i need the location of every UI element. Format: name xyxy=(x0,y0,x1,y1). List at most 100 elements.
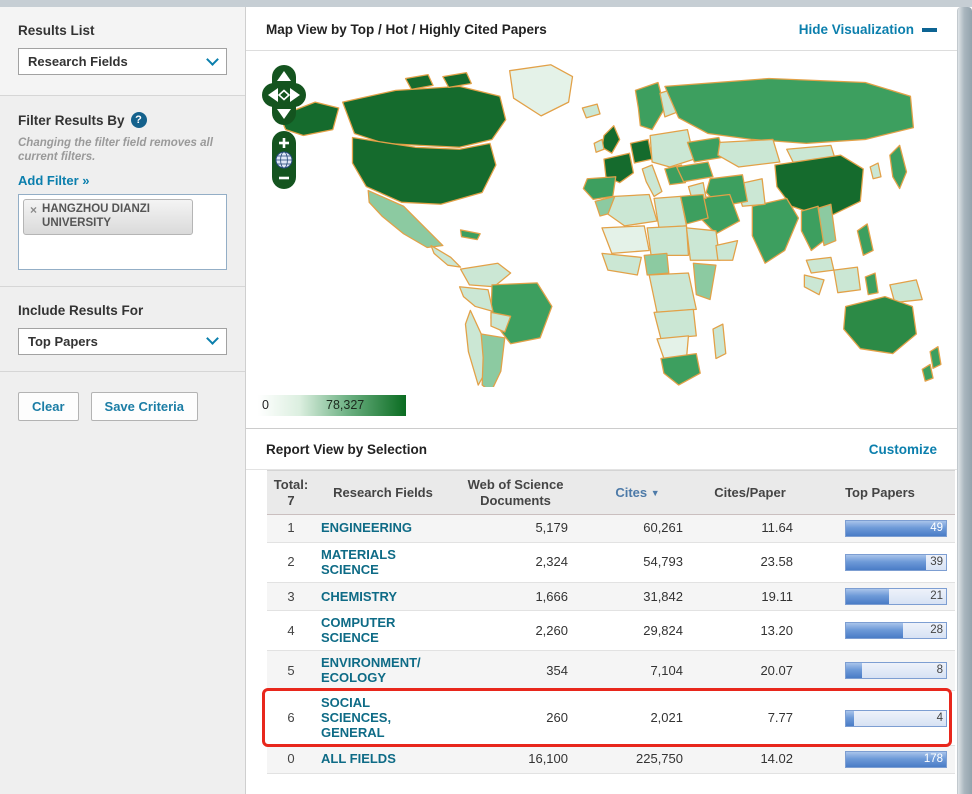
map-region-caribbean[interactable] xyxy=(461,230,481,240)
filter-chip-label: HANGZHOU DIANZI UNIVERSITY xyxy=(42,203,185,231)
map-region-germany[interactable] xyxy=(630,139,652,163)
filter-heading: Filter Results By xyxy=(18,113,125,128)
map-region-mali-mauritania[interactable] xyxy=(602,226,649,254)
docs-cell: 5,179 xyxy=(451,515,580,543)
field-link[interactable]: ENGINEERING xyxy=(315,515,451,543)
map-region-nigeria[interactable] xyxy=(644,253,669,275)
map-region-kazakhstan[interactable] xyxy=(718,139,780,167)
table-row[interactable]: 4 COMPUTER SCIENCE 2,260 29,824 13.20 28 xyxy=(267,611,955,651)
map-region-central-america[interactable] xyxy=(431,246,460,268)
column-cites-per-paper[interactable]: Cites/Paper xyxy=(695,471,805,515)
map-region-arctic-islands[interactable] xyxy=(443,73,471,88)
map-region-new-zealand[interactable] xyxy=(922,364,933,381)
hide-visualization-link[interactable]: Hide Visualization xyxy=(799,22,937,37)
map-region-uk[interactable] xyxy=(602,126,620,154)
rank-cell: 5 xyxy=(267,651,315,691)
field-link[interactable]: COMPUTER SCIENCE xyxy=(315,611,451,651)
column-cites-sorted[interactable]: Cites ▼ xyxy=(580,471,695,515)
column-wos-documents[interactable]: Web of Science Documents xyxy=(451,471,580,515)
customize-link[interactable]: Customize xyxy=(869,442,937,457)
map-region-sumatra[interactable] xyxy=(804,275,824,295)
vertical-scrollbar[interactable] xyxy=(957,7,972,794)
map-region-spain[interactable] xyxy=(583,177,615,200)
column-research-fields[interactable]: Research Fields xyxy=(315,471,451,515)
rank-cell: 6 xyxy=(267,691,315,746)
map-panel-header: Map View by Top / Hot / Highly Cited Pap… xyxy=(246,7,957,51)
map-region-south-africa[interactable] xyxy=(661,354,700,385)
results-list-select[interactable]: Research Fields xyxy=(18,48,227,75)
map-region-west-africa[interactable] xyxy=(602,253,641,275)
map-region-japan[interactable] xyxy=(890,145,907,188)
map-region-iceland[interactable] xyxy=(582,104,600,118)
report-panel-header: Report View by Selection Customize xyxy=(246,429,957,470)
map-pan-control[interactable] xyxy=(262,65,306,125)
map-region-korea[interactable] xyxy=(870,163,881,179)
map-region-horn-of-africa[interactable] xyxy=(716,241,738,261)
map-controls xyxy=(262,65,306,189)
include-results-select[interactable]: Top Papers xyxy=(18,328,227,355)
map-region-russia[interactable] xyxy=(665,79,914,144)
map-region-madagascar[interactable] xyxy=(713,324,726,358)
map-zoom-control[interactable] xyxy=(272,131,296,189)
map-region-ireland[interactable] xyxy=(594,139,604,152)
field-link[interactable]: ENVIRONMENT/ECOLOGY xyxy=(315,651,451,691)
cites-cell: 54,793 xyxy=(580,543,695,583)
map-region-india[interactable] xyxy=(752,198,798,263)
table-header-row: Total:7 Research Fields Web of Science D… xyxy=(267,471,955,515)
table-row-highlighted[interactable]: 6 SOCIAL SCIENCES, GENERAL 260 2,021 7.7… xyxy=(267,691,955,746)
help-icon[interactable]: ? xyxy=(131,112,147,128)
map-region-new-guinea[interactable] xyxy=(890,280,922,303)
map-region-argentina[interactable] xyxy=(481,334,505,387)
include-results-section: Include Results For Top Papers xyxy=(0,287,245,372)
map-region-borneo[interactable] xyxy=(834,267,861,293)
field-link[interactable]: SOCIAL SCIENCES, GENERAL xyxy=(315,691,451,746)
rank-cell: 4 xyxy=(267,611,315,651)
map-region-sudan-ethiopia[interactable] xyxy=(686,228,719,260)
bar-value: 28 xyxy=(930,624,943,637)
save-criteria-button[interactable]: Save Criteria xyxy=(91,392,199,421)
table-row[interactable]: 0 ALL FIELDS 16,100 225,750 14.02 178 xyxy=(267,746,955,774)
map-region-algeria[interactable] xyxy=(608,194,657,225)
map-region-malaysia[interactable] xyxy=(806,257,834,273)
map-region-central-africa[interactable] xyxy=(649,273,696,312)
include-results-selected-value: Top Papers xyxy=(28,334,98,349)
cites-cell: 60,261 xyxy=(580,515,695,543)
map-region-new-zealand[interactable] xyxy=(930,347,941,369)
map-region-peru[interactable] xyxy=(460,287,493,312)
docs-cell: 2,324 xyxy=(451,543,580,583)
map-region-eastern-europe[interactable] xyxy=(650,130,694,167)
filter-chip[interactable]: × HANGZHOU DIANZI UNIVERSITY xyxy=(23,199,193,236)
map-region-sulawesi[interactable] xyxy=(865,273,878,295)
table-row[interactable]: 5 ENVIRONMENT/ECOLOGY 354 7,104 20.07 8 xyxy=(267,651,955,691)
map-region-australia[interactable] xyxy=(844,297,917,354)
map-region-colombia-venezuela[interactable] xyxy=(461,263,511,287)
table-row[interactable]: 3 CHEMISTRY 1,666 31,842 19.11 21 xyxy=(267,583,955,611)
column-top-papers[interactable]: Top Papers xyxy=(805,471,955,515)
add-filter-link[interactable]: Add Filter » xyxy=(18,173,90,188)
map-region-niger-chad[interactable] xyxy=(647,226,688,255)
field-link[interactable]: MATERIALS SCIENCE xyxy=(315,543,451,583)
hide-visualization-label: Hide Visualization xyxy=(799,22,914,37)
map-region-scandinavia[interactable] xyxy=(635,82,664,129)
top-papers-bar: 39 xyxy=(845,554,947,571)
map-region-canada[interactable] xyxy=(343,86,506,147)
active-filters-box[interactable]: × HANGZHOU DIANZI UNIVERSITY xyxy=(18,194,227,270)
map-region-angola-zambia[interactable] xyxy=(654,309,696,338)
bar-value: 21 xyxy=(930,590,943,603)
clear-button[interactable]: Clear xyxy=(18,392,79,421)
filter-note: Changing the filter field removes all cu… xyxy=(18,136,227,165)
map-region-arctic-islands[interactable] xyxy=(406,75,434,90)
rank-cell: 2 xyxy=(267,543,315,583)
remove-filter-icon[interactable]: × xyxy=(30,203,37,217)
map-region-italy[interactable] xyxy=(642,165,662,196)
table-row[interactable]: 2 MATERIALS SCIENCE 2,324 54,793 23.58 3… xyxy=(267,543,955,583)
include-results-heading: Include Results For xyxy=(18,303,227,318)
map-region-philippines[interactable] xyxy=(857,224,873,255)
field-link[interactable]: ALL FIELDS xyxy=(315,746,451,774)
choropleth-map[interactable] xyxy=(252,53,952,387)
table-row[interactable]: 1 ENGINEERING 5,179 60,261 11.64 49 xyxy=(267,515,955,543)
map-region-brazil[interactable] xyxy=(491,283,552,344)
map-region-east-africa[interactable] xyxy=(693,263,716,299)
map-region-greenland[interactable] xyxy=(510,65,573,116)
field-link[interactable]: CHEMISTRY xyxy=(315,583,451,611)
